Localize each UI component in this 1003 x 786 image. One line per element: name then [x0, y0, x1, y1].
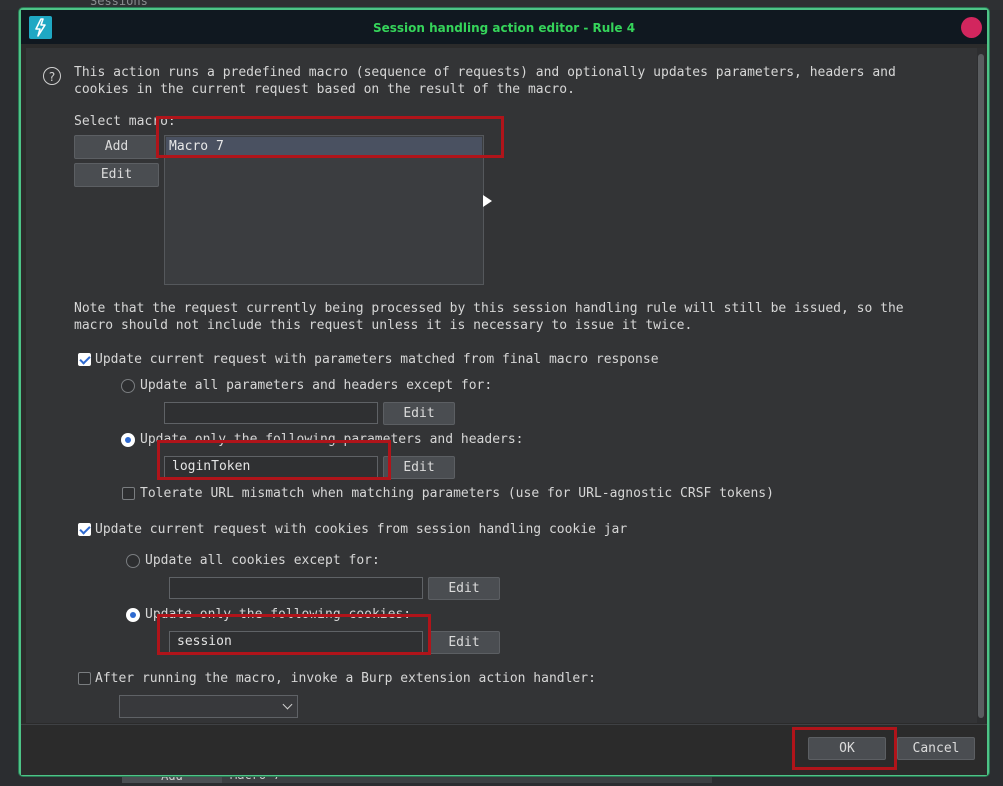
params-all-except-field[interactable] [164, 402, 378, 424]
params-only-edit-button[interactable]: Edit [383, 456, 455, 479]
extension-handler-dropdown[interactable] [119, 695, 298, 718]
cookies-all-except-field[interactable] [169, 577, 423, 599]
extension-handler-checkbox[interactable] [78, 672, 91, 685]
update-params-checkbox[interactable] [78, 353, 91, 366]
tolerate-url-mismatch-checkbox[interactable] [122, 487, 135, 500]
macro-list-item[interactable]: Macro 7 [166, 137, 482, 155]
params-all-except-radio[interactable] [121, 379, 135, 393]
dialog-title: Session handling action editor - Rule 4 [372, 21, 636, 35]
intro-line-2: cookies in the current request based on … [74, 82, 575, 97]
title-bar: Session handling action editor - Rule 4 [21, 10, 987, 44]
session-action-editor-dialog: Session handling action editor - Rule 4 … [19, 8, 989, 776]
scrollbar-thumb[interactable] [978, 54, 984, 718]
params-only-label: Update only the following parameters and… [140, 432, 524, 447]
intro-line-1: This action runs a predefined macro (seq… [74, 65, 896, 80]
dialog-content: ? This action runs a predefined macro (s… [26, 48, 977, 723]
ok-button[interactable]: OK [808, 737, 886, 760]
cookies-all-except-edit-button[interactable]: Edit [428, 577, 500, 600]
dialog-footer: OK Cancel [21, 724, 987, 775]
cookies-all-except-radio[interactable] [126, 554, 140, 568]
update-params-label: Update current request with parameters m… [95, 352, 659, 367]
select-macro-label: Select macro: [74, 114, 176, 129]
cancel-button[interactable]: Cancel [897, 737, 975, 760]
params-only-field[interactable]: loginToken [164, 456, 378, 478]
chevron-down-icon [282, 699, 293, 710]
update-cookies-label: Update current request with cookies from… [95, 522, 628, 537]
mouse-cursor-icon [483, 195, 492, 207]
cookies-only-edit-button[interactable]: Edit [428, 631, 500, 654]
params-all-except-label: Update all parameters and headers except… [140, 378, 493, 393]
content-scrollbar[interactable] [977, 48, 985, 723]
tolerate-url-mismatch-label: Tolerate URL mismatch when matching para… [140, 486, 774, 501]
params-all-except-edit-button[interactable]: Edit [383, 402, 455, 425]
add-macro-button[interactable]: Add [74, 135, 159, 159]
edit-macro-button[interactable]: Edit [74, 163, 159, 187]
background-sessions-label: Sessions [90, 0, 148, 8]
update-cookies-checkbox[interactable] [78, 523, 91, 536]
cookies-only-label: Update only the following cookies: [145, 607, 412, 622]
help-icon[interactable]: ? [43, 67, 61, 85]
cookies-only-radio[interactable] [126, 608, 140, 622]
params-only-radio[interactable] [121, 433, 135, 447]
cookies-only-field[interactable]: session [169, 631, 423, 653]
extension-handler-label: After running the macro, invoke a Burp e… [95, 671, 596, 686]
macro-list[interactable]: Macro 7 [164, 135, 484, 285]
close-icon[interactable] [961, 17, 982, 38]
cookies-all-except-label: Update all cookies except for: [145, 553, 380, 568]
note-line-1: Note that the request currently being pr… [74, 301, 904, 316]
note-line-2: macro should not include this request un… [74, 318, 693, 333]
